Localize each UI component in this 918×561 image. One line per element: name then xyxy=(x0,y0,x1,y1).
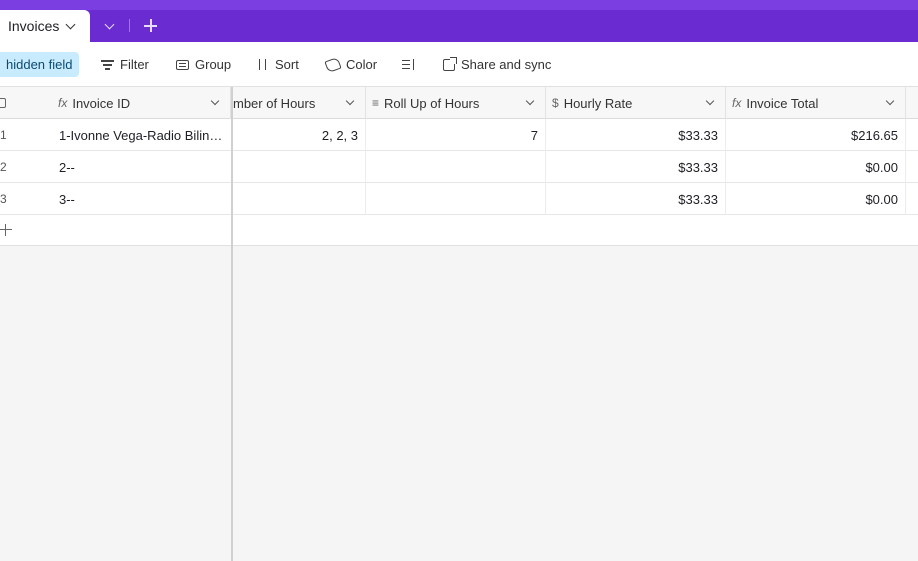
group-button[interactable]: Group xyxy=(176,52,231,77)
hidden-fields-label: hidden field xyxy=(6,57,73,72)
scrollable-columns-pane: 2, 2, 3 7 $33.33 $216.65 $33.33 $0.00 $3… xyxy=(232,119,918,561)
frozen-pane-divider[interactable] xyxy=(231,87,233,561)
number-of-hours-cell[interactable]: 2, 2, 3 xyxy=(232,119,366,151)
hourly-rate-cell[interactable]: $33.33 xyxy=(546,119,726,151)
filter-label: Filter xyxy=(120,57,149,72)
column-header-label: Roll Up of Hours xyxy=(384,95,480,111)
add-table-button[interactable] xyxy=(142,17,160,35)
paint-bucket-icon xyxy=(324,56,342,73)
hourly-rate-cell[interactable]: $33.33 xyxy=(546,183,726,215)
chevron-down-icon[interactable] xyxy=(705,96,715,106)
share-and-sync-button[interactable]: Share and sync xyxy=(443,52,551,77)
table-row[interactable]: 2, 2, 3 7 $33.33 $216.65 xyxy=(232,119,918,151)
sort-button[interactable]: Sort xyxy=(257,52,299,77)
select-all-header xyxy=(0,87,52,119)
tab-invoices[interactable]: Invoices xyxy=(0,10,90,42)
table-row[interactable]: 1 1-Ivonne Vega-Radio Bilin… xyxy=(0,119,232,151)
chevron-down-icon xyxy=(104,19,115,30)
view-toolbar: hidden field Filter Group Sort Color Sha… xyxy=(0,42,918,87)
invoice-total-cell[interactable]: $0.00 xyxy=(726,183,906,215)
chevron-down-icon[interactable] xyxy=(65,19,76,29)
column-header-invoice-id[interactable]: fx Invoice ID xyxy=(52,87,231,119)
currency-icon: $ xyxy=(552,96,559,110)
plus-icon[interactable] xyxy=(0,224,12,236)
top-bar: Invoices xyxy=(0,0,918,42)
row-number: 2 xyxy=(0,160,7,174)
external-link-icon xyxy=(443,56,457,71)
chevron-down-icon[interactable] xyxy=(345,96,355,106)
divider xyxy=(129,19,130,32)
add-record-row[interactable] xyxy=(0,215,232,246)
invoice-total-cell[interactable]: $216.65 xyxy=(726,119,906,151)
invoice-id-cell[interactable]: 2-- xyxy=(52,151,232,183)
add-record-row-extension[interactable] xyxy=(232,215,918,246)
row-height-icon xyxy=(402,59,415,70)
number-of-hours-cell[interactable] xyxy=(232,183,366,215)
table-row[interactable]: 3 3-- xyxy=(0,183,232,215)
formula-icon: fx xyxy=(58,96,68,110)
invoice-id-cell[interactable]: 1-Ivonne Vega-Radio Bilin… xyxy=(52,119,232,151)
hourly-rate-cell[interactable]: $33.33 xyxy=(546,151,726,183)
sort-label: Sort xyxy=(275,57,299,72)
row-height-button[interactable] xyxy=(402,52,421,77)
column-header-number-of-hours[interactable]: mber of Hours xyxy=(233,87,366,119)
formula-icon: fx xyxy=(732,96,742,110)
roll-up-of-hours-cell[interactable] xyxy=(366,151,546,183)
select-all-checkbox[interactable] xyxy=(0,98,6,108)
group-label: Group xyxy=(195,57,232,72)
column-header-label: Invoice Total xyxy=(746,95,819,111)
filter-button[interactable]: Filter xyxy=(101,52,149,77)
top-bar-strip xyxy=(0,0,918,10)
column-header-label: mber of Hours xyxy=(233,95,316,111)
column-header-label: Hourly Rate xyxy=(563,95,633,111)
row-number: 1 xyxy=(0,128,7,142)
roll-up-of-hours-cell[interactable] xyxy=(366,183,546,215)
column-header-label: Invoice ID xyxy=(72,95,131,111)
roll-up-of-hours-cell[interactable]: 7 xyxy=(366,119,546,151)
sort-icon xyxy=(257,58,269,71)
column-header-roll-up-of-hours[interactable]: ≡ Roll Up of Hours xyxy=(366,87,546,119)
chevron-down-icon[interactable] xyxy=(525,96,535,106)
invoice-total-cell[interactable]: $0.00 xyxy=(726,151,906,183)
column-header-invoice-total[interactable]: fx Invoice Total xyxy=(726,87,906,119)
invoice-id-cell[interactable]: 3-- xyxy=(52,183,232,215)
column-header-hourly-rate[interactable]: $ Hourly Rate xyxy=(546,87,726,119)
group-icon xyxy=(176,59,189,70)
chevron-down-icon[interactable] xyxy=(210,96,220,106)
frozen-columns-pane: 1 1-Ivonne Vega-Radio Bilin… 2 2-- 3 3-- xyxy=(0,119,232,561)
number-of-hours-cell[interactable] xyxy=(232,151,366,183)
table-row[interactable]: 2 2-- xyxy=(0,151,232,183)
color-button[interactable]: Color xyxy=(324,52,378,77)
lookup-icon: ≡ xyxy=(372,96,380,110)
share-label: Share and sync xyxy=(461,57,552,72)
row-number: 3 xyxy=(0,192,7,206)
tab-label: Invoices xyxy=(8,18,60,34)
table-row[interactable]: $33.33 $0.00 xyxy=(232,183,918,215)
filter-icon xyxy=(101,60,114,70)
chevron-down-icon[interactable] xyxy=(885,96,895,106)
hidden-fields-button[interactable]: hidden field xyxy=(0,52,79,77)
grid-header: fx Invoice ID mber of Hours ≡ Roll Up of… xyxy=(0,87,918,119)
more-tables-button[interactable] xyxy=(100,17,120,37)
color-label: Color xyxy=(346,57,378,72)
table-row[interactable]: $33.33 $0.00 xyxy=(232,151,918,183)
